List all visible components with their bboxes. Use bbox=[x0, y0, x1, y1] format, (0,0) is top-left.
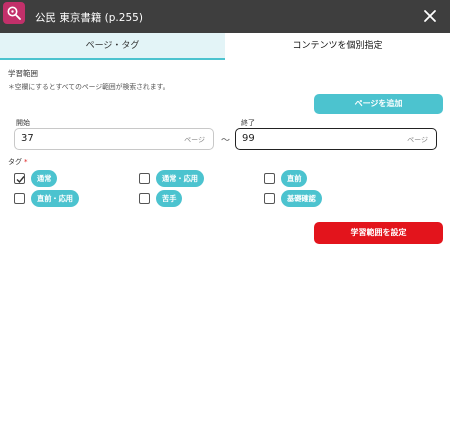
app-header: 公民 東京書籍 (p.255) bbox=[0, 0, 450, 33]
tag-checkbox-basic-check[interactable] bbox=[264, 193, 275, 204]
start-label: 開始 bbox=[16, 119, 30, 127]
check-icon bbox=[16, 176, 25, 184]
close-icon[interactable] bbox=[422, 8, 438, 24]
start-page-input[interactable]: 37 ページ bbox=[14, 128, 214, 150]
range-note: ＊空欄にするとすべてのページ範囲が検索されます。 bbox=[8, 83, 170, 91]
end-page-input[interactable]: 99 ページ bbox=[235, 128, 437, 150]
start-page-unit: ページ bbox=[184, 136, 205, 144]
tag-checkbox-just-before[interactable] bbox=[264, 173, 275, 184]
magnifier-icon[interactable] bbox=[3, 2, 25, 24]
start-page-value: 37 bbox=[21, 133, 34, 144]
page-title: 公民 東京書籍 (p.255) bbox=[35, 12, 143, 24]
required-mark: * bbox=[24, 158, 28, 166]
tag-checkbox-weak[interactable] bbox=[139, 193, 150, 204]
tag-chip-just-before[interactable]: 直前 bbox=[281, 170, 308, 187]
tags-label: タグ * bbox=[8, 157, 28, 167]
range-separator: 〜 bbox=[221, 136, 231, 146]
tag-chip-just-before-advanced[interactable]: 直前・応用 bbox=[31, 190, 79, 207]
tab-page-tag[interactable]: ページ・タグ bbox=[0, 33, 225, 60]
tag-chip-weak[interactable]: 苦手 bbox=[156, 190, 183, 207]
tag-chip-normal[interactable]: 通常 bbox=[31, 170, 58, 187]
tag-checkbox-normal-advanced[interactable] bbox=[139, 173, 150, 184]
tag-chip-normal-advanced[interactable]: 通常・応用 bbox=[156, 170, 204, 187]
end-page-value: 99 bbox=[242, 133, 255, 144]
tab-individual-content[interactable]: コンテンツを個別指定 bbox=[225, 33, 450, 60]
add-page-button[interactable]: ページを追加 bbox=[314, 94, 443, 114]
end-page-unit: ページ bbox=[407, 136, 428, 144]
set-study-range-button[interactable]: 学習範囲を設定 bbox=[314, 222, 443, 244]
tab-bar: ページ・タグ コンテンツを個別指定 bbox=[0, 33, 450, 60]
tag-checkbox-normal[interactable] bbox=[14, 173, 25, 184]
tag-chip-basic-check[interactable]: 基礎確認 bbox=[281, 190, 322, 207]
end-label: 終了 bbox=[241, 119, 255, 127]
tag-checkbox-just-before-advanced[interactable] bbox=[14, 193, 25, 204]
section-label-study-range: 学習範囲 bbox=[8, 69, 38, 78]
tags-label-text: タグ bbox=[8, 158, 22, 166]
